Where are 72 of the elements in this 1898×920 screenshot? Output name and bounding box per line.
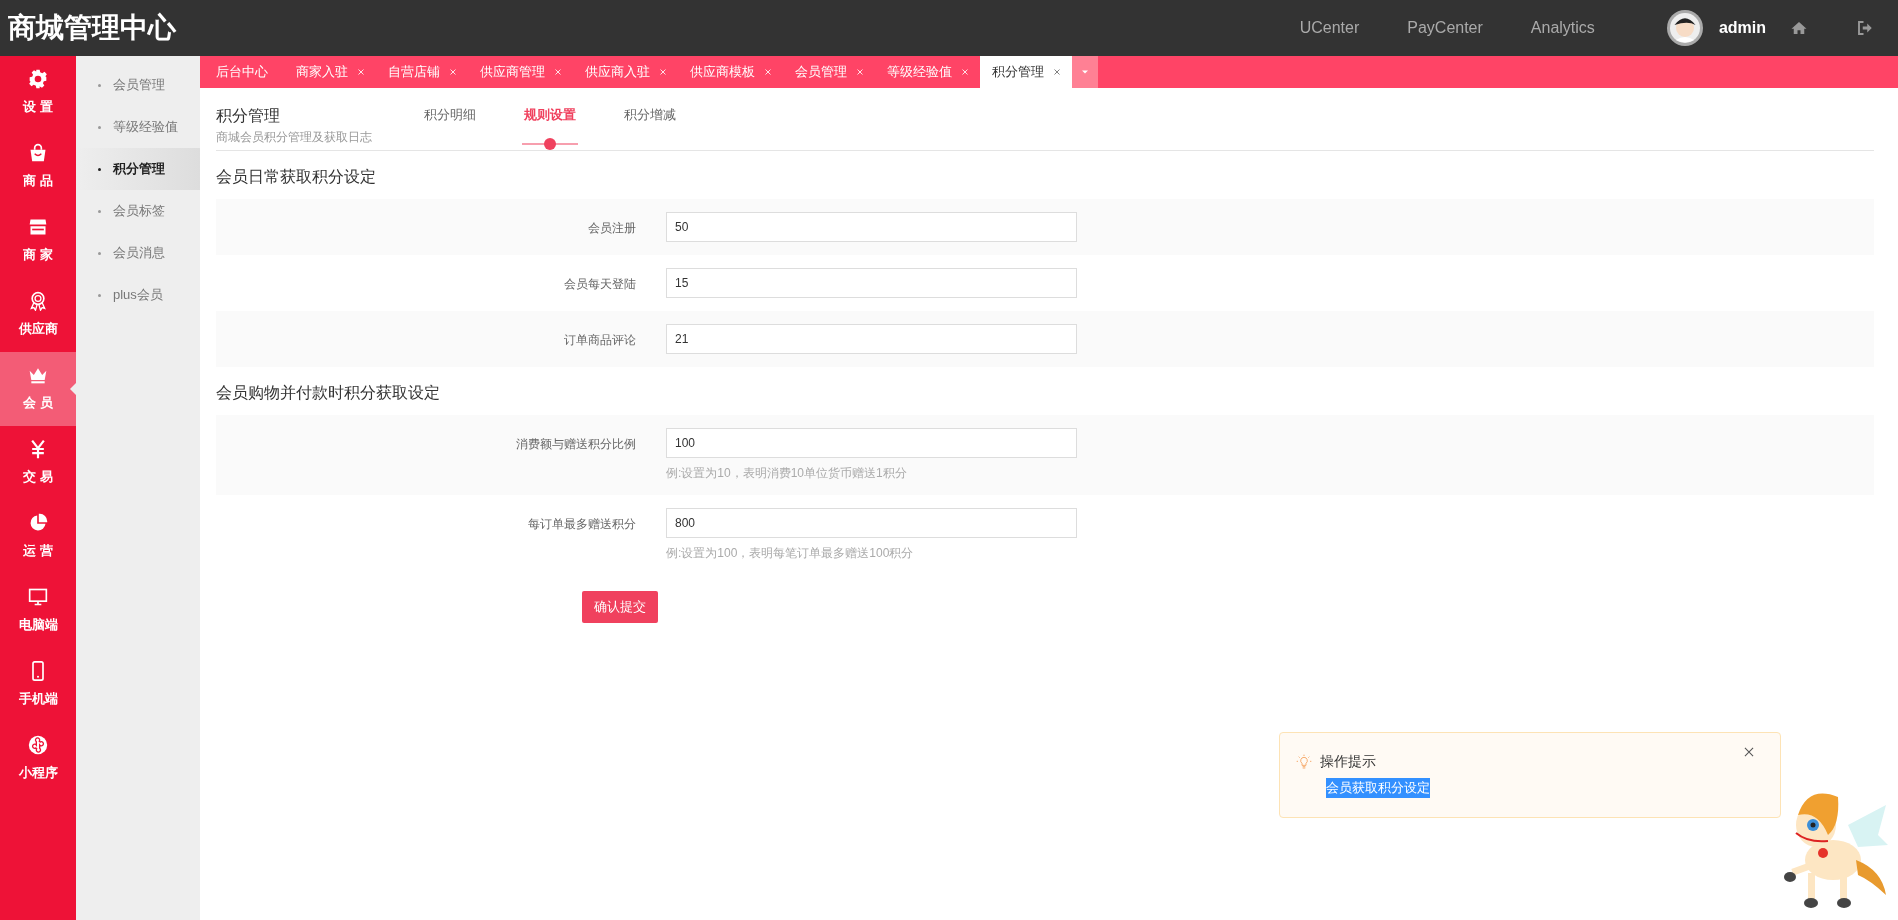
- home-icon[interactable]: [1790, 19, 1808, 37]
- monitor-icon: [28, 587, 48, 608]
- link-circle-icon: [28, 735, 48, 756]
- active-tab-indicator-icon: [522, 138, 578, 150]
- close-icon[interactable]: [356, 67, 366, 77]
- sidebar-item[interactable]: 电脑端: [0, 574, 76, 648]
- sidebar-item[interactable]: 商 品: [0, 130, 76, 204]
- submenu-item[interactable]: 会员标签: [76, 190, 200, 232]
- shopping-bag-icon: [28, 143, 48, 164]
- nav-link[interactable]: UCenter: [1299, 16, 1360, 40]
- section-title: 会员日常获取积分设定: [216, 167, 377, 187]
- sidebar-item[interactable]: 小程序: [0, 722, 76, 796]
- lightbulb-icon: [1296, 753, 1312, 770]
- close-icon[interactable]: [448, 67, 458, 77]
- submenu-item[interactable]: 会员消息: [76, 232, 200, 274]
- submit-button[interactable]: 确认提交: [582, 591, 658, 623]
- store-icon: [28, 217, 48, 238]
- sidebar-item[interactable]: 会 员: [0, 352, 76, 426]
- submenu-item[interactable]: plus会员: [76, 274, 200, 316]
- field-label: 会员每天登陆: [563, 276, 637, 293]
- tab[interactable]: 供应商入驻: [573, 56, 678, 88]
- section-title: 会员购物并付款时积分获取设定: [216, 383, 441, 403]
- submenu-item[interactable]: 等级经验值: [76, 106, 200, 148]
- sub-tab[interactable]: 规则设置: [524, 96, 576, 150]
- tab[interactable]: 商家入驻: [284, 56, 376, 88]
- close-icon[interactable]: [960, 67, 970, 77]
- nav-link[interactable]: PayCenter: [1407, 16, 1483, 40]
- sidebar-item[interactable]: 手机端: [0, 648, 76, 722]
- sub-tab[interactable]: 积分明细: [424, 96, 476, 150]
- input-field[interactable]: 100: [666, 428, 1077, 458]
- tab[interactable]: 供应商模板: [678, 56, 783, 88]
- close-icon[interactable]: [1052, 67, 1062, 77]
- sub-tab[interactable]: 积分增减: [624, 96, 676, 150]
- submenu-item[interactable]: 会员管理: [76, 64, 200, 106]
- field-hint: 例:设置为100，表明每笔订单最多赠送100积分: [666, 545, 915, 562]
- yen-icon: [28, 439, 48, 460]
- close-icon[interactable]: [658, 67, 668, 77]
- field-label: 消费额与赠送积分比例: [515, 436, 637, 453]
- sidebar-item[interactable]: 设 置: [0, 56, 76, 130]
- tab[interactable]: 后台中心: [200, 56, 284, 88]
- page-subtitle: 商城会员积分管理及获取日志: [216, 129, 372, 146]
- nav-link[interactable]: Analytics: [1530, 16, 1595, 40]
- input-field[interactable]: 15: [666, 268, 1077, 298]
- tab[interactable]: 供应商管理: [468, 56, 573, 88]
- field-label: 每订单最多赠送积分: [527, 516, 637, 533]
- field-label: 订单商品评论: [563, 332, 637, 349]
- close-icon[interactable]: [553, 67, 563, 77]
- sidebar-item[interactable]: 供应商: [0, 278, 76, 352]
- tab[interactable]: 会员管理: [783, 56, 875, 88]
- field-label: 会员注册: [587, 220, 637, 237]
- sidebar-item[interactable]: 运 营: [0, 500, 76, 574]
- close-icon[interactable]: [1742, 745, 1756, 759]
- award-ribbon-icon: [28, 291, 48, 312]
- settings-icon: [28, 69, 48, 90]
- tip-title: 操作提示: [1320, 752, 1376, 771]
- tab[interactable]: 自营店铺: [376, 56, 468, 88]
- sidebar-item[interactable]: 商 家: [0, 204, 76, 278]
- page-title: 积分管理: [216, 106, 281, 126]
- input-field[interactable]: 50: [666, 212, 1077, 242]
- sidebar-item[interactable]: 交 易: [0, 426, 76, 500]
- user-name[interactable]: admin: [1718, 16, 1766, 40]
- tab[interactable]: 积分管理: [980, 56, 1072, 88]
- logout-icon[interactable]: [1856, 19, 1874, 37]
- close-icon[interactable]: [763, 67, 773, 77]
- input-field[interactable]: 21: [666, 324, 1077, 354]
- app-title: 商城管理中心: [7, 11, 176, 45]
- tab[interactable]: 等级经验值: [875, 56, 980, 88]
- field-hint: 例:设置为10，表明消费10单位货币赠送1积分: [666, 465, 908, 482]
- tip-text: 会员获取积分设定: [1326, 778, 1430, 798]
- avatar-icon[interactable]: [1666, 10, 1703, 46]
- input-field[interactable]: 800: [666, 508, 1077, 538]
- close-icon[interactable]: [855, 67, 865, 77]
